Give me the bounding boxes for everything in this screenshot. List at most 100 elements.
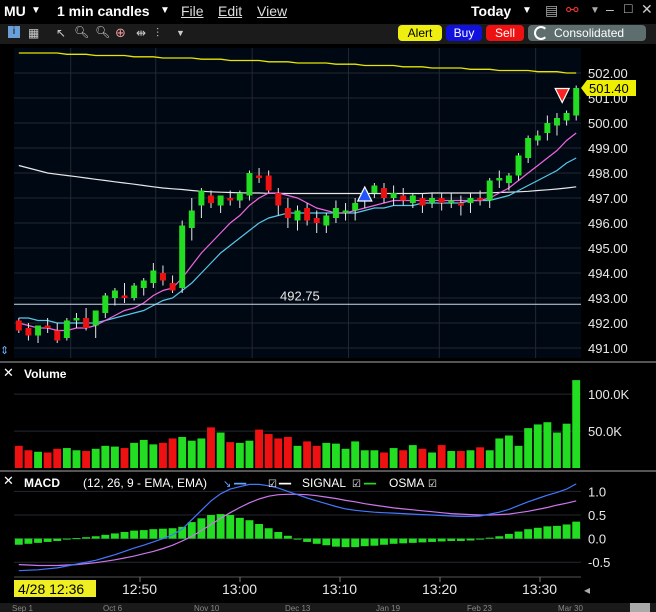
candle-body: [150, 270, 157, 283]
interval-label[interactable]: 1 min candles: [57, 3, 150, 19]
volume-bar: [53, 448, 62, 468]
price-tick-label: 498.00: [588, 166, 628, 181]
bar-style-dropdown-icon[interactable]: ▼: [176, 28, 185, 38]
scroll-icon[interactable]: ⇹: [136, 26, 146, 40]
candle-body: [438, 198, 445, 203]
candle-body: [121, 295, 128, 298]
volume-bar: [101, 445, 110, 468]
volume-bar: [553, 432, 561, 468]
info-icon[interactable]: i: [8, 26, 20, 38]
candle-body: [304, 208, 311, 221]
candle-body: [284, 208, 291, 218]
osma-checkbox-icon[interactable]: ☑: [428, 479, 437, 490]
volume-bar: [264, 434, 273, 468]
candle-body: [111, 290, 118, 298]
volume-bar: [43, 452, 52, 468]
link-icon[interactable]: ⚯: [566, 1, 579, 19]
price-panel[interactable]: [14, 48, 581, 358]
zoom-in-icon[interactable]: 🔍︎: [74, 25, 89, 39]
resize-handle-icon[interactable]: ⇕: [0, 345, 9, 357]
signal-label: SIGNAL: [302, 476, 346, 490]
pointer-icon[interactable]: ↖: [56, 26, 66, 40]
candle-body: [457, 203, 464, 206]
range-label[interactable]: Today: [471, 3, 511, 19]
menu-edit[interactable]: Edit: [218, 3, 242, 19]
signal-checkbox-icon[interactable]: ☑: [352, 479, 361, 490]
close-icon[interactable]: ✕: [641, 1, 653, 18]
osma-bar: [447, 538, 456, 541]
candle-body: [477, 198, 484, 201]
buy-button[interactable]: Buy: [446, 25, 482, 41]
link-dropdown-icon[interactable]: ▼: [590, 5, 600, 16]
volume-bar: [24, 450, 33, 468]
volume-bar: [255, 429, 263, 468]
osma-bar: [130, 530, 139, 539]
osma-bar: [101, 534, 110, 539]
menu-file[interactable]: File: [181, 3, 204, 19]
consolidated-button[interactable]: Consolidated: [528, 25, 646, 41]
macd-title: MACD: [24, 476, 60, 490]
candle-body: [294, 210, 301, 221]
volume-bar: [408, 445, 417, 468]
volume-bar: [504, 435, 513, 468]
candle-body: [265, 175, 272, 191]
macd-checkbox-icon[interactable]: ☑: [268, 479, 277, 490]
osma-bar: [62, 538, 71, 540]
menu-view[interactable]: View: [257, 3, 287, 19]
alert-button[interactable]: Alert: [398, 25, 442, 41]
volume-bar: [533, 424, 542, 468]
candle-body: [313, 218, 320, 223]
osma-bar: [485, 537, 494, 539]
candle-body: [371, 185, 378, 193]
chart-canvas[interactable]: 502.00501.00500.00499.00498.00497.00496.…: [0, 44, 656, 612]
volume-bar: [341, 448, 350, 468]
candle-body: [25, 328, 32, 336]
cursor-time-label: 4/28 12:36: [18, 581, 84, 597]
time-axis-arrow-icon[interactable]: ◂: [584, 583, 590, 597]
osma-bar: [82, 537, 91, 539]
chart-toolbar: i ▦ ↖ 🔍︎ 🔍︎ ⊕ ⇹ ⫶ ▼ Alert Buy Sell Conso…: [0, 24, 656, 44]
osma-bar: [72, 538, 81, 540]
price-tick-label: 497.00: [588, 191, 628, 206]
interval-dropdown-icon[interactable]: ▼: [160, 5, 170, 16]
symbol-label[interactable]: MU: [4, 3, 26, 19]
range-dropdown-icon[interactable]: ▼: [522, 5, 532, 16]
volume-bar: [476, 447, 485, 468]
grid-icon[interactable]: ▦: [28, 26, 39, 40]
zoom-out-icon[interactable]: 🔍︎: [95, 25, 110, 39]
volume-bar: [168, 438, 177, 468]
volume-bar: [437, 445, 446, 468]
volume-bar: [370, 450, 379, 468]
date-strip-label: Jan 19: [376, 604, 401, 612]
osma-bar: [341, 538, 350, 548]
candle-body: [390, 193, 397, 198]
close-macd-icon[interactable]: ✕: [3, 473, 14, 488]
candle-body: [419, 198, 426, 206]
close-volume-icon[interactable]: ✕: [3, 365, 14, 380]
maximize-icon[interactable]: □: [624, 0, 632, 16]
volume-bar: [332, 443, 340, 468]
price-tick-label: 500.00: [588, 116, 628, 131]
title-bar: MU ▼ 1 min candles ▼ File Edit View Toda…: [0, 0, 656, 24]
candle-body: [15, 320, 22, 331]
sell-button[interactable]: Sell: [486, 25, 524, 41]
volume-bar: [293, 445, 302, 468]
volume-bar: [159, 442, 167, 468]
volume-bar: [389, 448, 398, 468]
time-tick-label: 13:10: [322, 581, 357, 597]
symbol-dropdown-icon[interactable]: ▼: [31, 5, 41, 16]
osma-bar: [91, 536, 100, 539]
crosshair-icon[interactable]: ⊕: [115, 25, 126, 41]
volume-bar: [447, 451, 456, 468]
minimize-icon[interactable]: –: [606, 1, 614, 17]
candle-body: [227, 198, 234, 201]
volume-bar: [187, 440, 196, 468]
bar-style-icon[interactable]: ⫶: [156, 26, 159, 41]
osma-bar: [553, 525, 561, 539]
window-list-icon[interactable]: ▤: [545, 2, 558, 19]
candle-body: [188, 210, 195, 228]
macd-line-icon[interactable]: ↘ ━━: [223, 479, 247, 490]
volume-title: Volume: [24, 367, 67, 381]
navigator-handle[interactable]: [630, 603, 650, 612]
osma-bar: [370, 538, 379, 546]
